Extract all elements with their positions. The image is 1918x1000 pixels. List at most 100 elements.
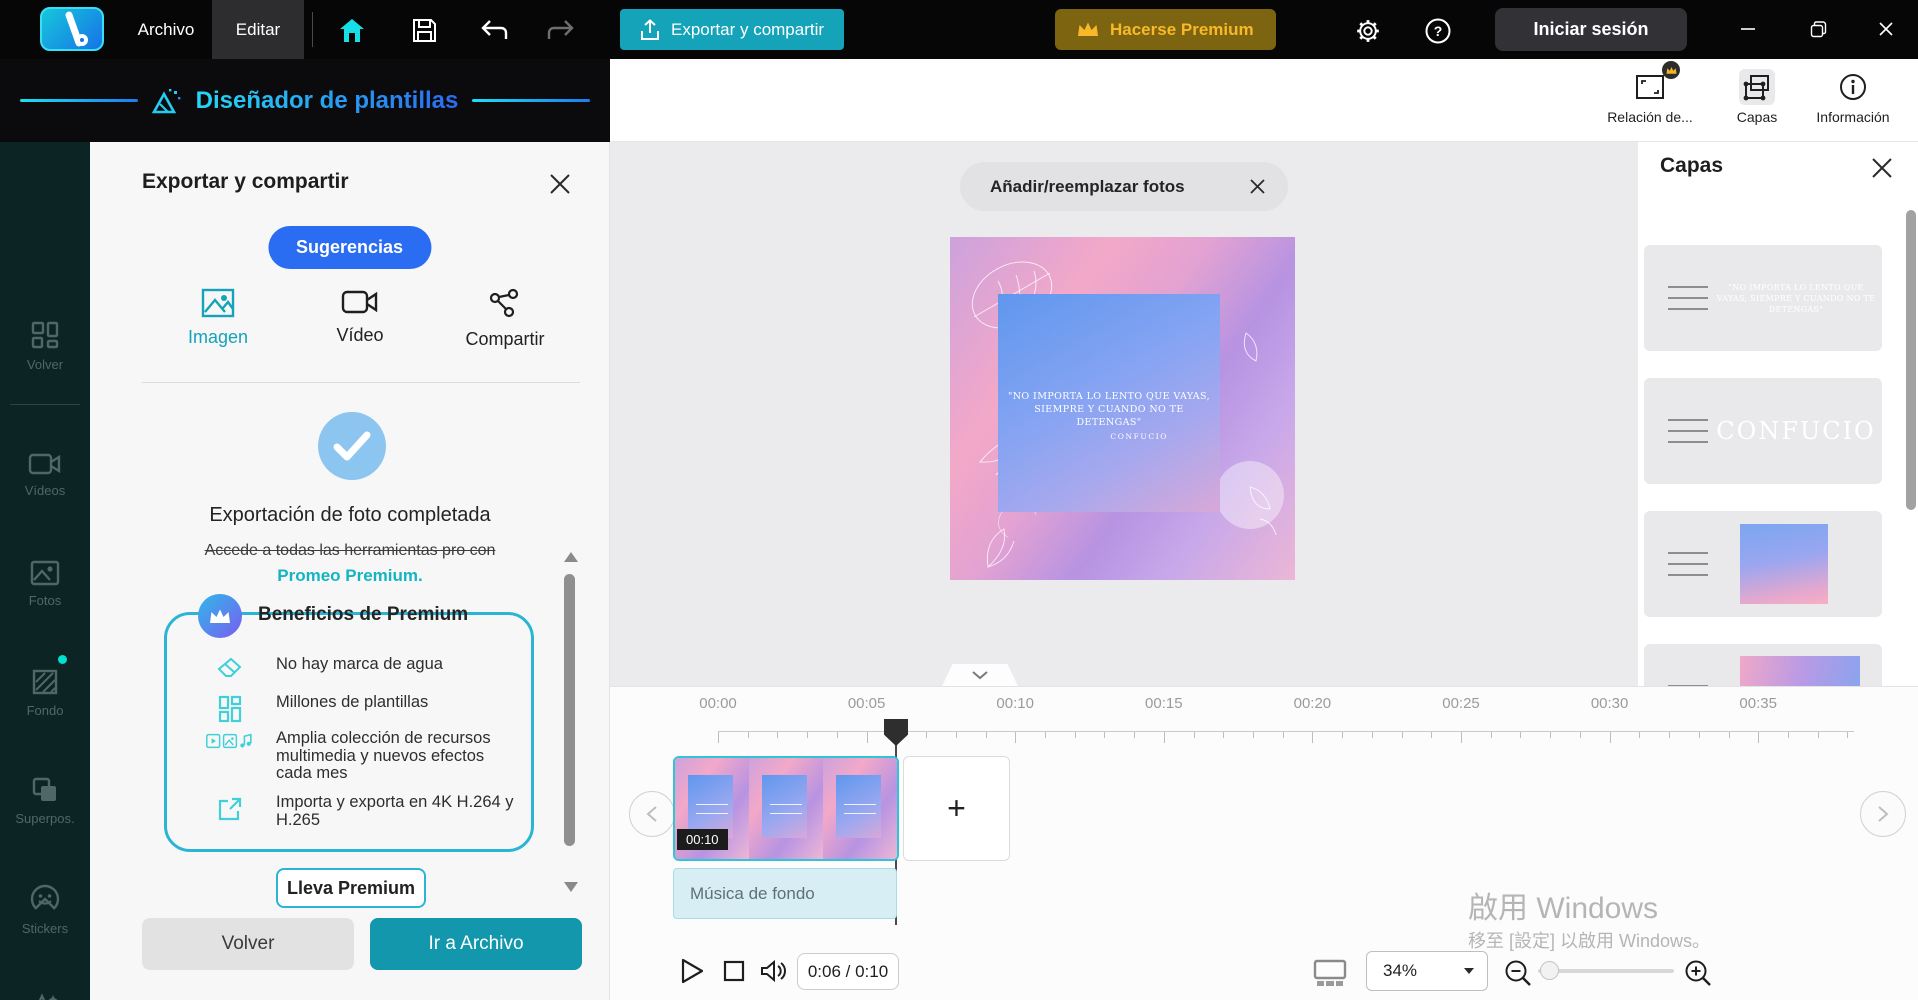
timeline-prev-icon[interactable] — [629, 791, 675, 837]
layer-item[interactable] — [1644, 644, 1882, 686]
zoom-out-icon[interactable] — [1498, 953, 1538, 993]
sidebar-divider — [10, 404, 80, 405]
add-replace-photos-pill[interactable]: Añadir/reemplazar fotos — [960, 162, 1288, 211]
restore-button[interactable] — [1798, 14, 1838, 44]
ruler-tick-label: 00:10 — [996, 695, 1034, 712]
layer-item[interactable]: "NO IMPORTA LO LENTO QUE VAYAS, SIEMPRE … — [1644, 245, 1882, 351]
tool-label: Relación de... — [1607, 109, 1693, 125]
layer-item[interactable]: CONFUCIO — [1644, 378, 1882, 484]
home-icon[interactable] — [336, 14, 368, 46]
tool-layers[interactable]: Capas — [1709, 69, 1805, 125]
add-clip-button[interactable]: + — [903, 756, 1010, 861]
layer-item[interactable] — [1644, 511, 1882, 617]
sign-in-button[interactable]: Iniciar sesión — [1495, 8, 1687, 51]
ruler-tick — [1847, 732, 1848, 738]
top-bar: ArchivoEditar Exportar y compartir Hacer… — [0, 0, 1918, 59]
template-preview[interactable]: "NO IMPORTA LO LENTO QUE VAYAS, SIEMPRE … — [950, 237, 1295, 580]
timeline-zoom-slider-knob[interactable] — [1540, 961, 1559, 980]
ruler-tick — [1342, 732, 1343, 738]
export-status-text: Exportación de foto completada — [90, 504, 610, 527]
ruler-tick — [1520, 732, 1521, 738]
layers-panel-title: Capas — [1660, 154, 1723, 178]
minimize-button[interactable] — [1728, 14, 1768, 44]
display-mode-icon[interactable] — [1310, 953, 1350, 993]
panel-scrollbar[interactable] — [564, 574, 575, 846]
import-export-icon — [206, 795, 254, 823]
quote-card[interactable]: "NO IMPORTA LO LENTO QUE VAYAS, SIEMPRE … — [998, 294, 1220, 512]
image-tab-icon — [201, 288, 235, 318]
ruler-tick — [1372, 732, 1373, 738]
zoom-in-icon[interactable] — [1678, 953, 1718, 993]
suggestions-button[interactable]: Sugerencias — [268, 226, 431, 269]
ruler-tick — [1312, 732, 1313, 743]
menu-archivo[interactable]: Archivo — [120, 0, 212, 59]
windows-activation-watermark-sub: 移至 [設定] 以啟用 Windows。 — [1468, 927, 1710, 953]
ruler-tick-label: 00:20 — [1294, 695, 1332, 712]
timeline-collapse-button[interactable] — [942, 664, 1018, 686]
menu-editar[interactable]: Editar — [212, 0, 304, 59]
promo-brand-link[interactable]: Promeo Premium. — [90, 566, 610, 586]
sidebar-item-volver[interactable]: Volver — [0, 320, 90, 412]
promo-text: Accede a todas las herramientas pro con — [90, 542, 610, 560]
help-icon[interactable]: ? — [1422, 15, 1454, 47]
windows-activation-watermark: 啟用 Windows — [1468, 883, 1658, 927]
get-premium-button[interactable]: Hacerse Premium — [1055, 9, 1276, 50]
premium-crown-icon — [198, 594, 242, 638]
export-share-button[interactable]: Exportar y compartir — [620, 9, 844, 50]
ruler-tick — [1015, 732, 1016, 743]
tool-info[interactable]: Información — [1805, 69, 1901, 125]
sidebar-item-mi-biblioteca[interactable]: Mi biblioteca — [0, 992, 90, 1000]
sidebar-item-label: Superpos. — [15, 811, 74, 826]
volume-icon[interactable] — [754, 951, 794, 991]
benefit-row: Millones de plantillas — [206, 694, 536, 723]
layer-image-thumbnail — [1740, 656, 1860, 686]
close-icon[interactable] — [1249, 178, 1266, 195]
save-icon[interactable] — [408, 14, 440, 46]
close-icon[interactable] — [548, 172, 574, 198]
back-button[interactable]: Volver — [142, 918, 354, 970]
export-tab-compartir[interactable]: Compartir — [450, 288, 560, 350]
chevron-down-icon — [1463, 967, 1475, 975]
benefit-row: Amplia colección de recursos multimedia … — [206, 730, 536, 783]
music-track[interactable]: Música de fondo — [673, 868, 897, 919]
drag-handle-icon[interactable] — [1668, 419, 1708, 443]
editor-canvas[interactable]: Añadir/reemplazar fotos — [610, 142, 1637, 686]
ruler-tick-label: 00:15 — [1145, 695, 1183, 712]
sidebar-item-v-deos[interactable]: Vídeos — [0, 452, 90, 544]
close-icon[interactable] — [1870, 156, 1896, 182]
benefit-text: Importa y exporta en 4K H.264 y H.265 — [276, 794, 521, 829]
scroll-down-icon[interactable] — [564, 882, 578, 892]
sidebar-item-stickers[interactable]: Stickers — [0, 884, 90, 976]
get-premium-cta-button[interactable]: Lleva Premium — [276, 868, 426, 908]
quote-author: CONFUCIO — [998, 432, 1168, 441]
header-decor-line — [20, 99, 138, 102]
ruler-tick-label: 00:00 — [699, 695, 737, 712]
playhead-handle[interactable] — [884, 719, 908, 746]
close-window-icon[interactable] — [1866, 14, 1906, 44]
export-tab-label: Vídeo — [336, 325, 383, 346]
go-to-file-button[interactable]: Ir a Archivo — [370, 918, 582, 970]
panel-title: Exportar y compartir — [142, 170, 349, 194]
scroll-up-icon[interactable] — [564, 552, 578, 562]
page-title: Diseñador de plantillas — [196, 87, 459, 115]
tool-aspect-ratio[interactable]: Relación de... — [1602, 69, 1698, 125]
layers-icon — [1739, 69, 1775, 105]
undo-icon[interactable] — [478, 14, 510, 46]
timeline-next-icon[interactable] — [1860, 791, 1906, 837]
stop-button[interactable] — [714, 951, 754, 991]
redo-icon[interactable] — [545, 14, 577, 46]
settings-gear-icon[interactable] — [1352, 15, 1384, 47]
zoom-level-value: 34% — [1383, 961, 1417, 981]
export-tab-video[interactable]: Vídeo — [305, 288, 415, 346]
play-button[interactable] — [672, 951, 712, 991]
export-tab-imagen[interactable]: Imagen — [163, 288, 273, 348]
sidebar-item-superpos[interactable]: Superpos. — [0, 776, 90, 868]
zoom-level-dropdown[interactable]: 34% — [1366, 951, 1488, 991]
suggestions-label: Sugerencias — [296, 237, 403, 258]
layers-scrollbar[interactable] — [1906, 210, 1916, 510]
sidebar-item-fondo[interactable]: Fondo — [0, 668, 90, 760]
video-tab-icon — [341, 288, 379, 316]
drag-handle-icon[interactable] — [1668, 286, 1708, 310]
sidebar-item-fotos[interactable]: Fotos — [0, 560, 90, 652]
drag-handle-icon[interactable] — [1668, 552, 1708, 576]
